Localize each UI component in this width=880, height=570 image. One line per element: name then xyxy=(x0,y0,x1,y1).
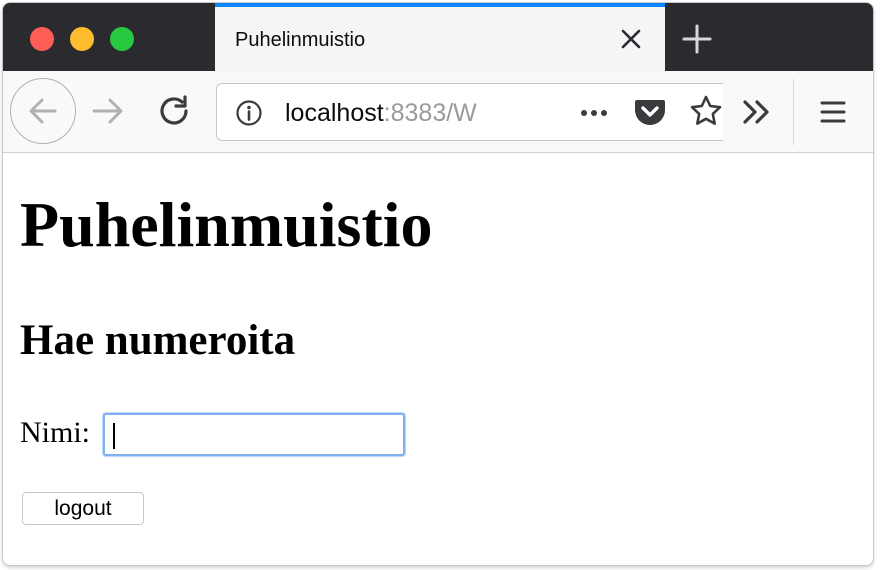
forward-button[interactable] xyxy=(89,92,127,130)
minimize-window-button[interactable] xyxy=(70,27,94,51)
zoom-window-button[interactable] xyxy=(110,27,134,51)
overflow-button[interactable] xyxy=(739,94,775,130)
browser-window: Puhelinmuistio localhost:8383/W Puhelinm… xyxy=(3,3,873,565)
arrow-left-icon xyxy=(29,98,57,124)
menu-button[interactable] xyxy=(815,94,851,130)
arrow-right-icon xyxy=(92,98,123,124)
text-caret xyxy=(113,423,115,449)
pocket-icon xyxy=(635,100,665,125)
url-fade xyxy=(477,90,517,134)
new-tab-button[interactable] xyxy=(679,21,715,57)
tab-bar: Puhelinmuistio xyxy=(3,3,873,71)
reload-icon xyxy=(160,95,188,125)
toolbar-divider xyxy=(793,79,794,145)
page-actions-button[interactable] xyxy=(577,96,611,130)
url-path: :8383/W xyxy=(383,99,477,127)
info-icon[interactable] xyxy=(235,99,263,127)
nav-toolbar: localhost:8383/W xyxy=(3,71,873,153)
tab-title: Puhelinmuistio xyxy=(235,29,366,51)
name-input[interactable] xyxy=(103,413,405,456)
back-button[interactable] xyxy=(10,78,76,144)
hamburger-icon xyxy=(820,101,846,123)
close-icon xyxy=(621,29,641,49)
name-label: Nimi: xyxy=(20,416,91,449)
url-bar[interactable]: localhost:8383/W xyxy=(216,83,723,141)
search-heading: Hae numeroita xyxy=(20,317,296,364)
url-host: localhost xyxy=(285,99,384,127)
bookmark-button[interactable] xyxy=(689,94,723,128)
tab-active[interactable]: Puhelinmuistio xyxy=(215,3,665,71)
double-chevron-right-icon xyxy=(743,100,769,124)
logout-button[interactable]: logout xyxy=(22,492,144,525)
pocket-button[interactable] xyxy=(633,95,667,129)
reload-button[interactable] xyxy=(155,92,193,130)
star-icon xyxy=(690,95,722,125)
close-tab-button[interactable] xyxy=(617,25,645,53)
ellipsis-icon xyxy=(581,110,607,116)
plus-icon xyxy=(682,24,712,54)
page-content: Puhelinmuistio Hae numeroita Nimi: logou… xyxy=(3,153,873,565)
close-window-button[interactable] xyxy=(30,27,54,51)
page-title: Puhelinmuistio xyxy=(20,189,433,260)
